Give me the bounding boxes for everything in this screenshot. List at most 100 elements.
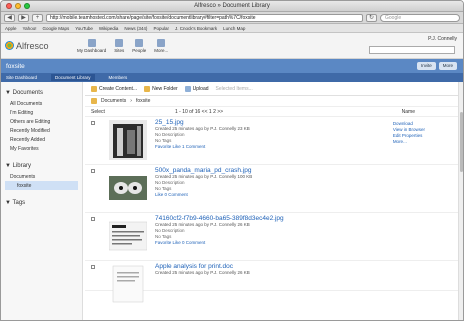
select-checkbox[interactable] — [91, 121, 95, 125]
list-item[interactable]: 500x_panda_maria_pd_crash.jpg Created 25… — [85, 165, 461, 213]
file-info: 74160cf2-f7b9-4660-ba65-389f8d3ec4e2.jpg… — [155, 215, 284, 246]
bookmark-item[interactable]: Lunch Map — [223, 26, 245, 31]
bookmark-item[interactable]: YouTube — [75, 26, 93, 31]
nav-label: More... — [154, 47, 169, 53]
bookmark-item[interactable]: Wikipedia — [99, 26, 119, 31]
app-search-input[interactable] — [369, 46, 455, 54]
nav-more[interactable]: More... — [154, 38, 169, 53]
bookmark-item[interactable]: Popular — [153, 26, 169, 31]
title-bar: Alfresco » Document Library — [1, 1, 463, 12]
app-header: Alfresco My Dashboard Sites People More.… — [1, 33, 463, 59]
upload-button[interactable]: Upload — [184, 85, 209, 92]
site-tabs: Site Dashboard Document Library Members — [1, 73, 463, 82]
file-info: Apple analysis for print.doc Created 25 … — [155, 263, 250, 276]
doclib-toolbar: Create Content... New Folder Upload Sele… — [85, 82, 461, 96]
bookmark-item[interactable]: Apple — [5, 26, 17, 31]
sites-icon — [115, 38, 124, 47]
app-nav: My Dashboard Sites People More... — [77, 38, 169, 53]
list-controls: Select 1 - 10 of 16 << 1 2 >> Name — [85, 107, 461, 117]
file-thumbnail[interactable] — [109, 264, 147, 304]
nav-label: My Dashboard — [77, 47, 107, 53]
folder-up-icon[interactable] — [91, 98, 97, 104]
brand-name: Alfresco — [16, 40, 49, 51]
site-title-bar: foxsite Invite More — [1, 59, 463, 73]
bookmarks-bar: Apple Yahoo! Google Maps YouTube Wikiped… — [1, 24, 463, 33]
more-button[interactable]: More — [438, 62, 457, 70]
nav-sites[interactable]: Sites — [114, 38, 124, 53]
select-menu[interactable]: Select — [91, 109, 105, 115]
back-button[interactable]: ◀ — [4, 13, 15, 22]
tags-heading[interactable]: ▼ Tags — [5, 200, 78, 206]
invite-button[interactable]: Invite — [416, 62, 436, 70]
scrollbar[interactable] — [458, 82, 463, 320]
window-controls — [6, 3, 30, 9]
add-bookmark-button[interactable]: + — [32, 13, 43, 22]
selected-items-button[interactable]: Selected Items... — [216, 86, 253, 92]
nav-label: People — [132, 47, 147, 53]
breadcrumb-foxsite[interactable]: foxsite — [136, 98, 150, 104]
select-checkbox[interactable] — [91, 265, 95, 269]
documents-heading[interactable]: ▼ Documents — [5, 90, 78, 96]
select-checkbox[interactable] — [91, 169, 95, 173]
select-checkbox[interactable] — [91, 217, 95, 221]
social-actions[interactable]: Favorite Like 0 Comment — [155, 240, 284, 246]
tree-item-foxsite[interactable]: foxsite — [5, 181, 78, 190]
bookmark-item[interactable]: Google Maps — [42, 26, 69, 31]
bookmark-item[interactable]: J. Cnock's Bookmark — [175, 26, 217, 31]
nav-my-dashboard[interactable]: My Dashboard — [77, 38, 107, 53]
bookmark-item[interactable]: Yahoo! — [23, 26, 37, 31]
minimize-window-button[interactable] — [15, 3, 21, 9]
more-actions[interactable]: More... — [393, 139, 425, 145]
browser-window: Alfresco » Document Library ◀ ▶ + http:/… — [0, 0, 464, 321]
list-item[interactable]: 25_15.jpg Created 25 minutes ago by P.J.… — [85, 117, 461, 165]
sidebar-item-all-documents[interactable]: All Documents — [5, 99, 78, 108]
folder-icon — [144, 85, 151, 92]
breadcrumb-documents[interactable]: Documents — [101, 98, 126, 104]
create-content-button[interactable]: Create Content... — [91, 85, 137, 92]
library-heading[interactable]: ▼ Library — [5, 163, 78, 169]
file-thumbnail[interactable] — [109, 120, 147, 160]
zoom-window-button[interactable] — [24, 3, 30, 9]
browser-search-input[interactable]: Google — [380, 13, 460, 22]
reload-icon[interactable]: ↻ — [366, 13, 377, 22]
nav-people[interactable]: People — [132, 38, 147, 53]
close-window-button[interactable] — [6, 3, 12, 9]
sidebar: ▼ Documents All Documents I'm Editing Ot… — [1, 82, 83, 320]
list-item[interactable]: 74160cf2-f7b9-4660-ba65-389f8d3ec4e2.jpg… — [85, 213, 461, 261]
file-thumbnail[interactable] — [109, 168, 147, 208]
sidebar-item-others-editing[interactable]: Others are Editing — [5, 117, 78, 126]
alfresco-logo-icon — [5, 41, 14, 50]
document-list-area: Create Content... New Folder Upload Sele… — [83, 82, 463, 320]
forward-button[interactable]: ▶ — [18, 13, 29, 22]
tree-item-documents[interactable]: Documents — [5, 172, 78, 181]
tab-site-dashboard[interactable]: Site Dashboard — [6, 75, 37, 80]
scrollbar-thumb[interactable] — [460, 112, 463, 172]
list-item[interactable]: Apple analysis for print.doc Created 25 … — [85, 261, 461, 303]
sidebar-item-recently-added[interactable]: Recently Added — [5, 135, 78, 144]
breadcrumb: Documents › foxsite — [85, 96, 461, 107]
user-menu[interactable]: P.J. Connelly — [428, 36, 457, 42]
sidebar-item-recently-modified[interactable]: Recently Modified — [5, 126, 78, 135]
create-content-icon — [91, 85, 97, 92]
address-bar[interactable]: http://mobile.teamhosted.com/share/page/… — [46, 13, 363, 22]
window-title: Alfresco » Document Library — [194, 3, 270, 9]
bookmark-item[interactable]: News (344) — [124, 26, 147, 31]
social-actions[interactable]: Like 0 Comment — [155, 192, 252, 198]
more-icon — [157, 38, 166, 47]
people-icon — [135, 38, 144, 47]
tab-document-library[interactable]: Document Library — [51, 74, 95, 81]
row-actions: Download View in Browser Edit Properties… — [393, 121, 425, 145]
file-thumbnail[interactable] — [109, 216, 147, 256]
breadcrumb-separator: › — [130, 98, 132, 104]
file-info: 500x_panda_maria_pd_crash.jpg Created 25… — [155, 167, 252, 198]
new-folder-button[interactable]: New Folder — [144, 85, 178, 92]
pagination[interactable]: 1 - 10 of 16 << 1 2 >> — [175, 109, 223, 115]
sort-menu[interactable]: Name — [402, 109, 415, 115]
tab-members[interactable]: Members — [109, 75, 128, 80]
social-actions[interactable]: Favorite Like 1 Comment — [155, 144, 250, 150]
alfresco-logo[interactable]: Alfresco — [5, 41, 77, 51]
site-title: foxsite — [6, 62, 25, 70]
sidebar-item-my-favorites[interactable]: My Favorites — [5, 144, 78, 153]
sidebar-item-im-editing[interactable]: I'm Editing — [5, 108, 78, 117]
file-meta: Created 25 minutes ago by P.J. Connelly … — [155, 270, 250, 275]
